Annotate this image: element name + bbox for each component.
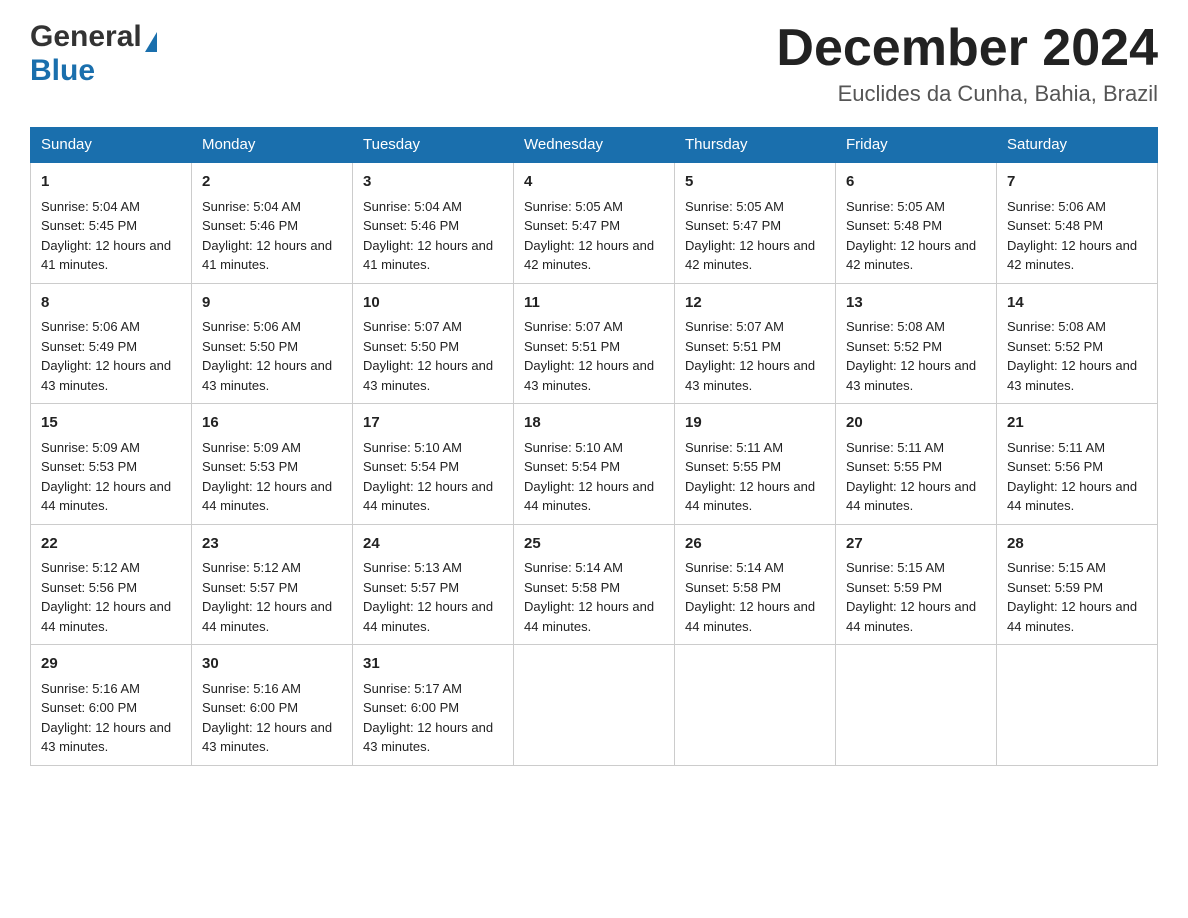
day-number: 25 (524, 533, 664, 556)
day-number: 24 (363, 533, 503, 556)
col-header-wednesday: Wednesday (514, 128, 675, 163)
day-number: 22 (41, 533, 181, 556)
week-row-3: 15Sunrise: 5:09 AMSunset: 5:53 PMDayligh… (31, 404, 1158, 525)
calendar-cell: 12Sunrise: 5:07 AMSunset: 5:51 PMDayligh… (675, 283, 836, 404)
calendar-cell: 20Sunrise: 5:11 AMSunset: 5:55 PMDayligh… (836, 404, 997, 525)
calendar-cell: 5Sunrise: 5:05 AMSunset: 5:47 PMDaylight… (675, 162, 836, 283)
calendar-cell: 13Sunrise: 5:08 AMSunset: 5:52 PMDayligh… (836, 283, 997, 404)
col-header-sunday: Sunday (31, 128, 192, 163)
calendar-cell: 17Sunrise: 5:10 AMSunset: 5:54 PMDayligh… (353, 404, 514, 525)
day-number: 3 (363, 171, 503, 194)
day-number: 7 (1007, 171, 1147, 194)
calendar-cell: 22Sunrise: 5:12 AMSunset: 5:56 PMDayligh… (31, 524, 192, 645)
day-number: 21 (1007, 412, 1147, 435)
day-number: 14 (1007, 292, 1147, 315)
calendar-cell: 19Sunrise: 5:11 AMSunset: 5:55 PMDayligh… (675, 404, 836, 525)
day-number: 31 (363, 653, 503, 676)
day-number: 5 (685, 171, 825, 194)
day-number: 30 (202, 653, 342, 676)
location-text: Euclides da Cunha, Bahia, Brazil (776, 81, 1158, 107)
day-number: 18 (524, 412, 664, 435)
day-number: 4 (524, 171, 664, 194)
calendar-cell: 8Sunrise: 5:06 AMSunset: 5:49 PMDaylight… (31, 283, 192, 404)
day-number: 1 (41, 171, 181, 194)
day-number: 6 (846, 171, 986, 194)
calendar-cell: 9Sunrise: 5:06 AMSunset: 5:50 PMDaylight… (192, 283, 353, 404)
col-header-saturday: Saturday (997, 128, 1158, 163)
calendar-cell: 2Sunrise: 5:04 AMSunset: 5:46 PMDaylight… (192, 162, 353, 283)
calendar-cell: 28Sunrise: 5:15 AMSunset: 5:59 PMDayligh… (997, 524, 1158, 645)
title-block: December 2024 Euclides da Cunha, Bahia, … (776, 20, 1158, 107)
col-header-monday: Monday (192, 128, 353, 163)
logo-general-text: General (30, 20, 142, 54)
day-number: 28 (1007, 533, 1147, 556)
calendar-cell: 25Sunrise: 5:14 AMSunset: 5:58 PMDayligh… (514, 524, 675, 645)
calendar-cell: 21Sunrise: 5:11 AMSunset: 5:56 PMDayligh… (997, 404, 1158, 525)
day-number: 16 (202, 412, 342, 435)
week-row-4: 22Sunrise: 5:12 AMSunset: 5:56 PMDayligh… (31, 524, 1158, 645)
calendar-cell: 4Sunrise: 5:05 AMSunset: 5:47 PMDaylight… (514, 162, 675, 283)
calendar-cell: 29Sunrise: 5:16 AMSunset: 6:00 PMDayligh… (31, 645, 192, 766)
calendar-cell: 23Sunrise: 5:12 AMSunset: 5:57 PMDayligh… (192, 524, 353, 645)
month-title: December 2024 (776, 20, 1158, 77)
day-number: 2 (202, 171, 342, 194)
day-number: 23 (202, 533, 342, 556)
day-number: 15 (41, 412, 181, 435)
calendar-cell: 1Sunrise: 5:04 AMSunset: 5:45 PMDaylight… (31, 162, 192, 283)
day-number: 8 (41, 292, 181, 315)
day-number: 20 (846, 412, 986, 435)
calendar-cell: 11Sunrise: 5:07 AMSunset: 5:51 PMDayligh… (514, 283, 675, 404)
day-number: 12 (685, 292, 825, 315)
calendar-cell: 24Sunrise: 5:13 AMSunset: 5:57 PMDayligh… (353, 524, 514, 645)
calendar-cell (514, 645, 675, 766)
day-number: 27 (846, 533, 986, 556)
calendar-cell: 3Sunrise: 5:04 AMSunset: 5:46 PMDaylight… (353, 162, 514, 283)
week-row-2: 8Sunrise: 5:06 AMSunset: 5:49 PMDaylight… (31, 283, 1158, 404)
calendar-cell: 16Sunrise: 5:09 AMSunset: 5:53 PMDayligh… (192, 404, 353, 525)
col-header-thursday: Thursday (675, 128, 836, 163)
day-number: 13 (846, 292, 986, 315)
calendar-cell: 6Sunrise: 5:05 AMSunset: 5:48 PMDaylight… (836, 162, 997, 283)
calendar-cell (675, 645, 836, 766)
day-number: 9 (202, 292, 342, 315)
calendar-table: SundayMondayTuesdayWednesdayThursdayFrid… (30, 127, 1158, 766)
logo-blue-text: Blue (30, 54, 95, 87)
calendar-cell: 30Sunrise: 5:16 AMSunset: 6:00 PMDayligh… (192, 645, 353, 766)
calendar-cell: 14Sunrise: 5:08 AMSunset: 5:52 PMDayligh… (997, 283, 1158, 404)
col-header-friday: Friday (836, 128, 997, 163)
day-number: 11 (524, 292, 664, 315)
calendar-cell (997, 645, 1158, 766)
col-header-tuesday: Tuesday (353, 128, 514, 163)
calendar-cell: 10Sunrise: 5:07 AMSunset: 5:50 PMDayligh… (353, 283, 514, 404)
calendar-cell: 27Sunrise: 5:15 AMSunset: 5:59 PMDayligh… (836, 524, 997, 645)
day-number: 19 (685, 412, 825, 435)
day-number: 29 (41, 653, 181, 676)
week-row-1: 1Sunrise: 5:04 AMSunset: 5:45 PMDaylight… (31, 162, 1158, 283)
calendar-cell (836, 645, 997, 766)
logo: General Blue (30, 20, 157, 88)
calendar-cell: 31Sunrise: 5:17 AMSunset: 6:00 PMDayligh… (353, 645, 514, 766)
calendar-cell: 15Sunrise: 5:09 AMSunset: 5:53 PMDayligh… (31, 404, 192, 525)
calendar-cell: 26Sunrise: 5:14 AMSunset: 5:58 PMDayligh… (675, 524, 836, 645)
calendar-cell: 7Sunrise: 5:06 AMSunset: 5:48 PMDaylight… (997, 162, 1158, 283)
week-row-5: 29Sunrise: 5:16 AMSunset: 6:00 PMDayligh… (31, 645, 1158, 766)
calendar-cell: 18Sunrise: 5:10 AMSunset: 5:54 PMDayligh… (514, 404, 675, 525)
logo-triangle-icon (145, 32, 157, 52)
day-number: 10 (363, 292, 503, 315)
page-header: General Blue December 2024 Euclides da C… (30, 20, 1158, 107)
day-number: 17 (363, 412, 503, 435)
day-number: 26 (685, 533, 825, 556)
